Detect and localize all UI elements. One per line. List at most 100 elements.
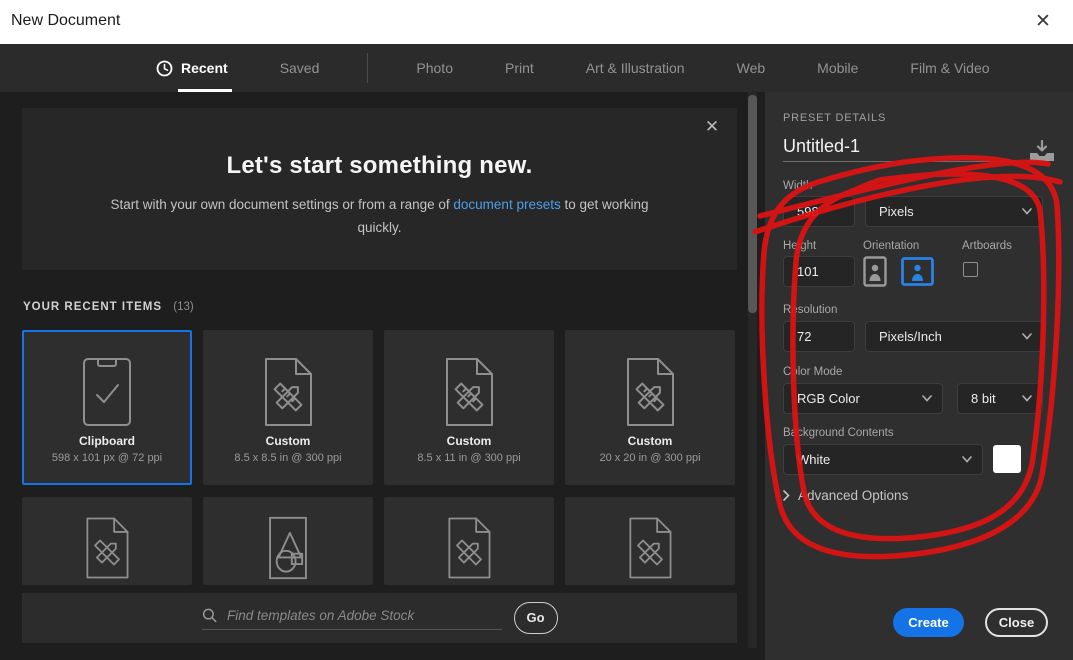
bit-depth-value: 8 bit bbox=[971, 391, 996, 406]
tab-mobile[interactable]: Mobile bbox=[813, 44, 862, 92]
card-subtitle: 598 x 101 px @ 72 ppi bbox=[51, 452, 163, 464]
preset-card-partial-3[interactable] bbox=[384, 497, 554, 585]
recent-items-title: YOUR RECENT ITEMS bbox=[23, 301, 163, 313]
preset-card-partial-4[interactable] bbox=[565, 497, 735, 585]
tab-divider bbox=[367, 53, 369, 83]
advanced-options-toggle[interactable]: Advanced Options bbox=[783, 488, 908, 503]
card-subtitle: 8.5 x 11 in @ 300 ppi bbox=[417, 452, 521, 464]
custom-document-icon bbox=[260, 354, 316, 430]
search-input[interactable] bbox=[227, 607, 502, 623]
tab-web[interactable]: Web bbox=[733, 44, 770, 92]
go-button[interactable]: Go bbox=[513, 602, 558, 634]
document-name-input[interactable] bbox=[783, 136, 1019, 162]
resolution-input[interactable] bbox=[783, 321, 855, 352]
color-mode-label: Color Mode bbox=[783, 366, 843, 378]
close-icon[interactable]: ✕ bbox=[1031, 10, 1055, 34]
search-icon bbox=[202, 608, 216, 622]
card-subtitle: 8.5 x 8.5 in @ 300 ppi bbox=[234, 452, 342, 464]
color-mode-select[interactable]: RGB Color bbox=[783, 383, 943, 414]
card-title: Custom bbox=[265, 434, 311, 448]
shapes-template-icon bbox=[263, 513, 313, 583]
orientation-portrait-button[interactable] bbox=[863, 256, 887, 287]
landscape-orientation-icon bbox=[901, 257, 934, 286]
tab-label: Web bbox=[736, 60, 766, 76]
preset-details-heading: PRESET DETAILS bbox=[783, 112, 887, 124]
background-contents-value: White bbox=[797, 452, 831, 467]
preset-card-partial-1[interactable] bbox=[22, 497, 192, 585]
document-name-row bbox=[783, 136, 1055, 162]
tab-film-video[interactable]: Film & Video bbox=[906, 44, 993, 92]
height-label: Height bbox=[783, 240, 817, 252]
custom-document-icon bbox=[444, 513, 494, 583]
orientation-label: Orientation bbox=[863, 240, 920, 252]
tab-saved[interactable]: Saved bbox=[276, 44, 324, 92]
search-input-wrap bbox=[201, 607, 502, 630]
background-contents-label: Background Contents bbox=[783, 427, 894, 439]
custom-document-icon bbox=[82, 513, 132, 583]
resolution-unit-select[interactable]: Pixels/Inch bbox=[865, 321, 1043, 352]
card-subtitle: 20 x 20 in @ 300 ppi bbox=[599, 452, 701, 464]
dialog-title: New Document bbox=[11, 12, 121, 29]
artboards-label: Artboards bbox=[962, 240, 1012, 252]
main-content: ✕ Let's start something new. Start with … bbox=[0, 92, 765, 660]
preset-card-clipboard[interactable]: Clipboard 598 x 101 px @ 72 ppi bbox=[22, 330, 192, 485]
orientation-landscape-button[interactable] bbox=[901, 257, 934, 286]
scrollbar-track[interactable] bbox=[748, 92, 757, 648]
chevron-down-icon bbox=[1022, 395, 1032, 402]
chevron-down-icon bbox=[1022, 333, 1032, 340]
recent-cards-row: Clipboard 598 x 101 px @ 72 ppi Custom 8… bbox=[22, 330, 735, 485]
tab-recent[interactable]: Recent bbox=[152, 44, 232, 92]
tab-label: Print bbox=[504, 60, 534, 76]
artboards-checkbox[interactable] bbox=[963, 262, 978, 277]
banner-title: Let's start something new. bbox=[226, 152, 533, 179]
tab-label: Recent bbox=[181, 60, 228, 76]
custom-document-icon bbox=[441, 354, 497, 430]
background-contents-select[interactable]: White bbox=[783, 444, 983, 475]
chevron-right-icon bbox=[783, 490, 790, 501]
new-document-dialog: New Document ✕ Recent Saved Photo Print … bbox=[0, 0, 1073, 660]
scrollbar-thumb[interactable] bbox=[748, 95, 757, 313]
resolution-label: Resolution bbox=[783, 304, 838, 316]
tab-label: Photo bbox=[416, 60, 453, 76]
portrait-orientation-icon bbox=[863, 256, 887, 287]
orientation-toggle bbox=[863, 256, 934, 287]
bit-depth-select[interactable]: 8 bit bbox=[957, 383, 1043, 414]
width-input[interactable] bbox=[783, 196, 855, 227]
recent-items-heading: YOUR RECENT ITEMS (13) bbox=[23, 301, 194, 313]
tab-label: Art & Illustration bbox=[585, 60, 685, 76]
preset-card-custom-1[interactable]: Custom 8.5 x 8.5 in @ 300 ppi bbox=[203, 330, 373, 485]
tab-art-illustration[interactable]: Art & Illustration bbox=[582, 44, 689, 92]
banner-close-icon[interactable]: ✕ bbox=[701, 116, 723, 138]
create-button[interactable]: Create bbox=[893, 608, 964, 637]
tab-photo[interactable]: Photo bbox=[412, 44, 457, 92]
adobe-stock-search-bar: Go bbox=[22, 593, 737, 643]
document-presets-link[interactable]: document presets bbox=[453, 197, 560, 212]
save-preset-icon[interactable] bbox=[1029, 140, 1055, 162]
close-button[interactable]: Close bbox=[985, 608, 1048, 637]
banner-text-before: Start with your own document settings or… bbox=[110, 197, 454, 212]
color-mode-value: RGB Color bbox=[797, 391, 860, 406]
card-title: Custom bbox=[627, 434, 673, 448]
preset-card-partial-2[interactable] bbox=[203, 497, 373, 585]
chevron-down-icon bbox=[1022, 208, 1032, 215]
welcome-banner: ✕ Let's start something new. Start with … bbox=[22, 108, 737, 270]
background-color-swatch[interactable] bbox=[993, 445, 1021, 473]
advanced-options-label: Advanced Options bbox=[798, 488, 909, 503]
tab-print[interactable]: Print bbox=[501, 44, 538, 92]
recent-cards-row-partial bbox=[22, 497, 735, 585]
preset-card-custom-3[interactable]: Custom 20 x 20 in @ 300 ppi bbox=[565, 330, 735, 485]
tab-label: Saved bbox=[279, 60, 320, 76]
resolution-unit-value: Pixels/Inch bbox=[879, 329, 942, 344]
recent-items-count: (13) bbox=[173, 301, 194, 313]
height-input[interactable] bbox=[783, 256, 855, 287]
preset-card-custom-2[interactable]: Custom 8.5 x 11 in @ 300 ppi bbox=[384, 330, 554, 485]
width-unit-select[interactable]: Pixels bbox=[865, 196, 1043, 227]
chevron-down-icon bbox=[922, 395, 932, 402]
banner-text: Start with your own document settings or… bbox=[100, 194, 660, 240]
preset-details-panel: PRESET DETAILS Width Pixels Height Orien… bbox=[765, 92, 1073, 660]
category-tab-bar: Recent Saved Photo Print Art & Illustrat… bbox=[0, 44, 1073, 92]
clock-icon bbox=[156, 60, 173, 76]
custom-document-icon bbox=[625, 513, 675, 583]
title-bar: New Document ✕ bbox=[0, 0, 1073, 44]
width-unit-value: Pixels bbox=[879, 204, 914, 219]
